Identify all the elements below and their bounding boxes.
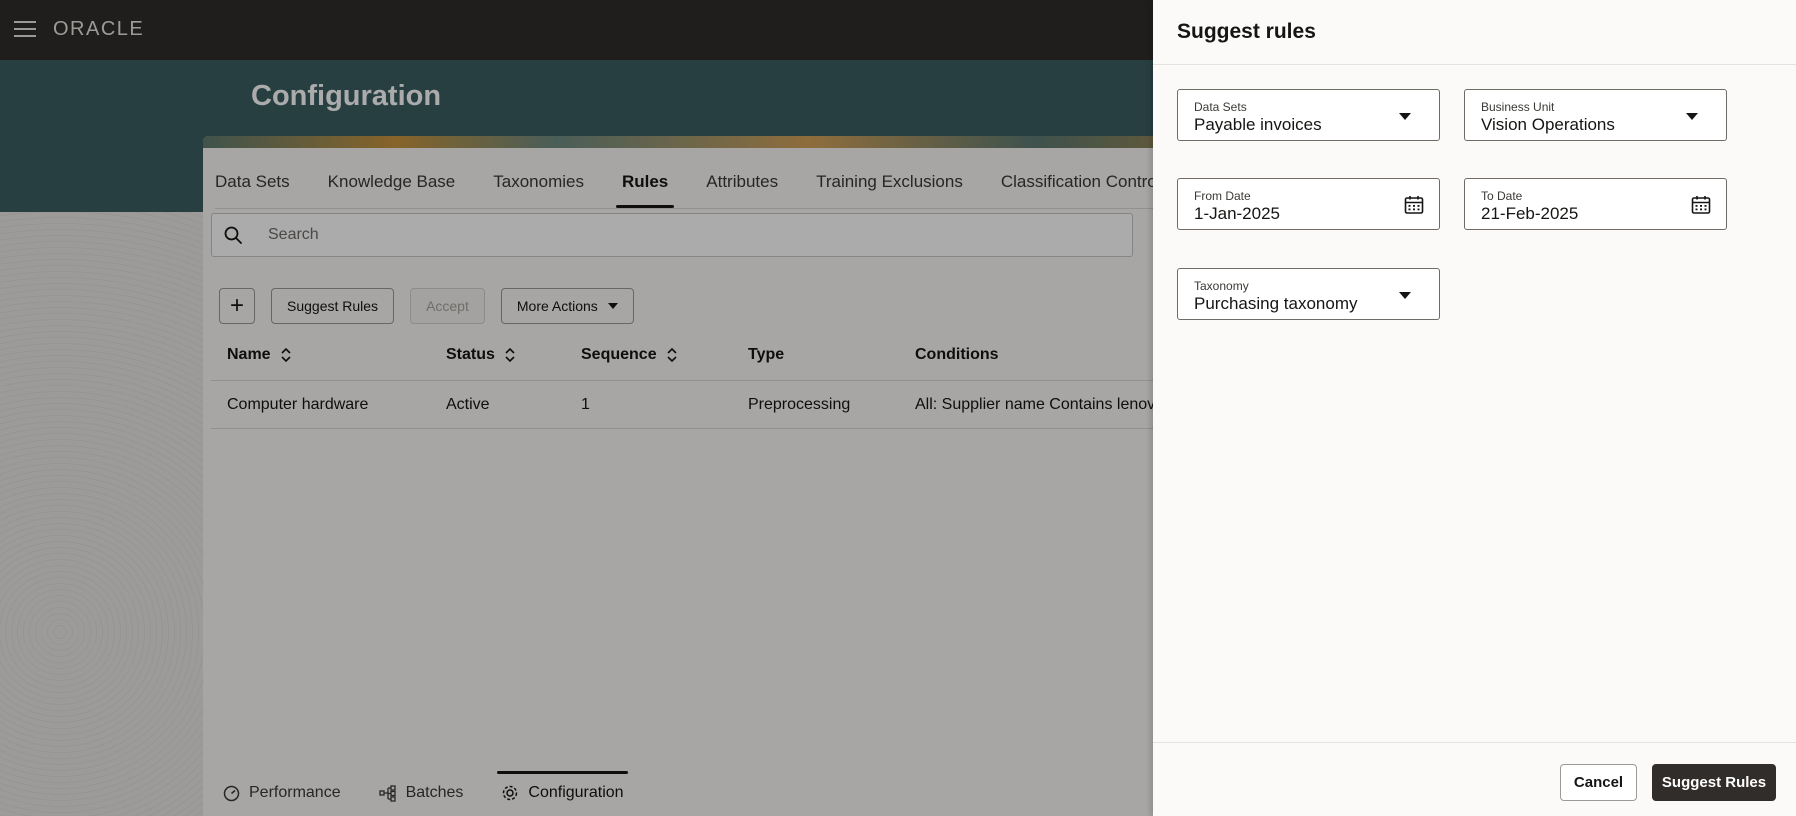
chevron-down-icon <box>1399 292 1411 299</box>
drawer-header: Suggest rules <box>1153 0 1796 65</box>
data-sets-value: Payable invoices <box>1194 115 1322 134</box>
cancel-button[interactable]: Cancel <box>1560 764 1637 801</box>
calendar-icon[interactable] <box>1404 195 1424 215</box>
chevron-down-icon <box>1399 113 1411 120</box>
from-date-value: 1-Jan-2025 <box>1194 204 1281 223</box>
from-date-field[interactable]: From Date 1-Jan-2025 <box>1177 178 1440 230</box>
suggest-rules-drawer: Suggest rules Data Sets Payable invoices… <box>1153 0 1796 816</box>
drawer-title: Suggest rules <box>1177 20 1316 43</box>
to-date-field[interactable]: To Date 21-Feb-2025 <box>1464 178 1727 230</box>
from-date-label: From Date <box>1194 189 1251 203</box>
taxonomy-label: Taxonomy <box>1194 279 1249 293</box>
calendar-icon[interactable] <box>1691 195 1711 215</box>
to-date-value: 21-Feb-2025 <box>1481 204 1579 223</box>
data-sets-select[interactable]: Data Sets Payable invoices <box>1177 89 1440 141</box>
modal-overlay[interactable] <box>0 0 1153 816</box>
to-date-label: To Date <box>1481 189 1523 203</box>
data-sets-label: Data Sets <box>1194 100 1247 114</box>
business-unit-value: Vision Operations <box>1481 115 1615 134</box>
taxonomy-select[interactable]: Taxonomy Purchasing taxonomy <box>1177 268 1440 320</box>
business-unit-select[interactable]: Business Unit Vision Operations <box>1464 89 1727 141</box>
drawer-footer: Cancel Suggest Rules <box>1153 742 1796 816</box>
taxonomy-value: Purchasing taxonomy <box>1194 294 1358 313</box>
business-unit-label: Business Unit <box>1481 100 1555 114</box>
chevron-down-icon <box>1686 113 1698 120</box>
suggest-rules-submit-button[interactable]: Suggest Rules <box>1652 764 1776 801</box>
